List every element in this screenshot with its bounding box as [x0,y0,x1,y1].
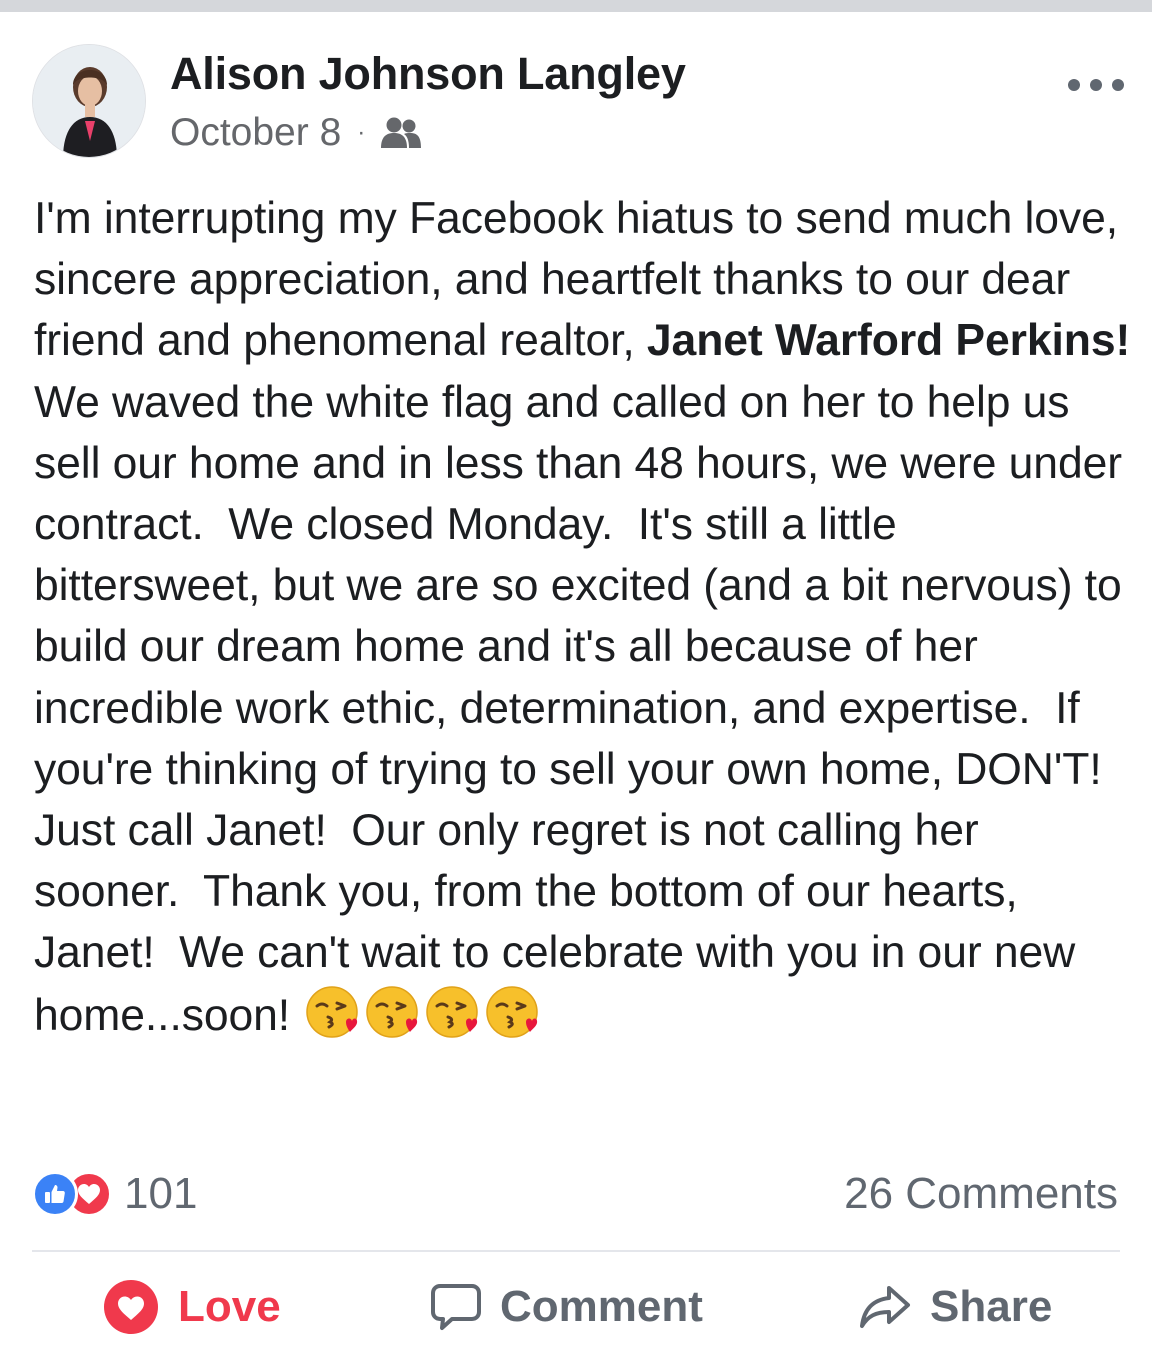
kissing-heart-emoji [486,985,538,1038]
post-text-main: We waved the white flag and called on he… [34,377,1122,1040]
more-dot [1090,79,1102,91]
more-options-icon[interactable] [1068,70,1124,100]
like-icon [32,1171,78,1217]
love-icon [104,1280,158,1334]
post-date[interactable]: October 8 [170,111,341,155]
love-button-label: Love [178,1282,281,1331]
more-dot [1068,79,1080,91]
facebook-post: Alison Johnson Langley October 8 · I'm i… [0,12,1152,1350]
share-button[interactable]: Share [858,1276,1052,1338]
comment-button[interactable]: Comment [430,1276,703,1338]
comment-icon [431,1284,481,1330]
more-dot [1112,79,1124,91]
author-avatar[interactable] [32,44,146,158]
actions-divider [32,1250,1120,1252]
tagged-name[interactable]: Janet Warford Perkins! [647,316,1130,365]
post-meta: October 8 · [170,110,423,156]
comments-count-link[interactable]: 26 Comments [844,1166,1118,1222]
reactions-summary[interactable]: 101 [32,1166,197,1222]
post-body-text: I'm interrupting my Facebook hiatus to s… [34,188,1134,1046]
kissing-heart-emoji [426,985,478,1038]
emoji-group [304,984,540,1040]
avatar-photo [33,45,145,157]
love-button[interactable]: Love [102,1276,281,1338]
kissing-heart-emoji [366,985,418,1038]
comment-button-label: Comment [500,1282,703,1331]
meta-separator: · [357,119,366,146]
reaction-count: 101 [124,1169,198,1218]
top-separator-strip [0,0,1152,12]
author-name[interactable]: Alison Johnson Langley [170,48,686,100]
friends-icon[interactable] [379,116,423,150]
share-icon [860,1286,910,1328]
kissing-heart-emoji [306,985,358,1038]
share-button-label: Share [930,1282,1053,1331]
